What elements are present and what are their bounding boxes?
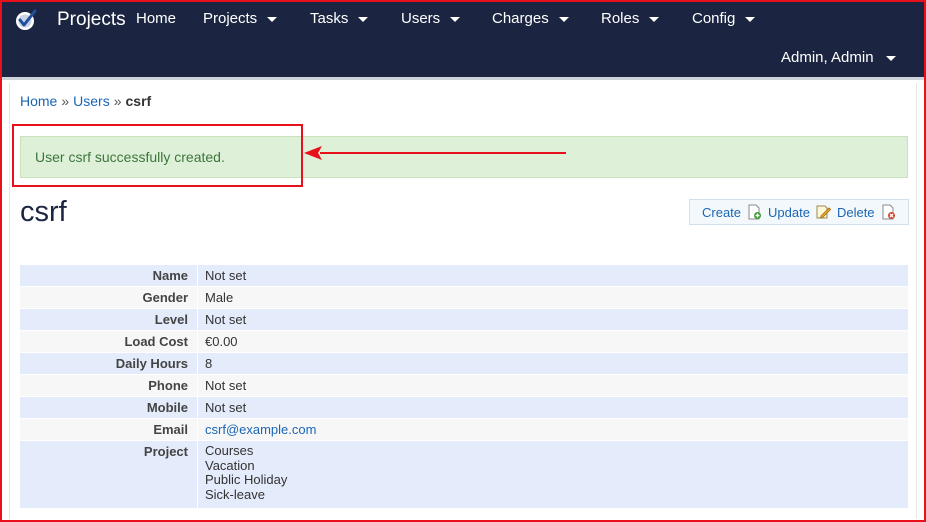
nav-roles[interactable]: Roles: [601, 10, 660, 27]
nav-config[interactable]: Config: [692, 10, 756, 27]
detail-label: Phone: [20, 375, 197, 396]
detail-label: Name: [20, 265, 197, 286]
delete-document-icon: [880, 204, 896, 220]
nav-charges[interactable]: Charges: [492, 10, 569, 27]
breadcrumb: Home» Users» csrf: [20, 93, 151, 109]
nav-users-label: Users: [401, 10, 441, 27]
detail-row-name: Name Not set: [20, 265, 908, 286]
project-item: Public Holiday: [205, 472, 288, 487]
nav-charges-label: Charges: [492, 10, 549, 27]
update-button[interactable]: Update: [768, 204, 832, 220]
nav-projects-label: Projects: [203, 10, 258, 27]
detail-value-null: Not set: [197, 375, 908, 396]
caret-down-icon: [358, 17, 369, 22]
detail-value-cell: csrf@example.com: [197, 419, 908, 440]
create-button[interactable]: Create: [702, 204, 762, 220]
checkmark-logo-icon: [14, 8, 38, 32]
brand-title: Projects: [57, 9, 126, 30]
detail-value-null: Not set: [197, 397, 908, 418]
detail-row-gender: Gender Male: [20, 287, 908, 308]
detail-label: Project: [20, 441, 197, 508]
user-detail-table: Name Not set Gender Male Level Not set L…: [20, 264, 908, 509]
detail-label: Daily Hours: [20, 353, 197, 374]
nav-home[interactable]: Home: [136, 10, 176, 27]
update-label: Update: [768, 204, 810, 220]
user-menu-label: Admin, Admin: [781, 49, 874, 66]
detail-row-email: Email csrf@example.com: [20, 419, 908, 440]
add-document-icon: [746, 204, 762, 220]
detail-label: Email: [20, 419, 197, 440]
breadcrumb-home-link[interactable]: Home: [20, 93, 57, 109]
detail-label: Level: [20, 309, 197, 330]
breadcrumb-current: csrf: [125, 93, 152, 109]
project-item: Courses: [205, 443, 254, 458]
detail-row-project: Project Courses Vacation Public Holiday …: [20, 441, 908, 508]
detail-label: Load Cost: [20, 331, 197, 352]
caret-down-icon: [267, 17, 278, 22]
detail-row-phone: Phone Not set: [20, 375, 908, 396]
edit-pencil-icon: [815, 204, 832, 220]
detail-value-null: Not set: [197, 309, 908, 330]
email-link[interactable]: csrf@example.com: [205, 422, 316, 437]
user-menu[interactable]: Admin, Admin: [781, 49, 896, 66]
detail-row-mobile: Mobile Not set: [20, 397, 908, 418]
caret-down-icon: [450, 17, 461, 22]
create-label: Create: [702, 204, 742, 220]
detail-row-daily-hours: Daily Hours 8: [20, 353, 908, 374]
detail-row-load-cost: Load Cost €0.00: [20, 331, 908, 352]
page-title: csrf: [20, 196, 67, 228]
nav-tasks-label: Tasks: [310, 10, 349, 27]
breadcrumb-separator: »: [113, 93, 122, 109]
annotation-highlight-box: [12, 124, 303, 187]
detail-value-null: Not set: [197, 265, 908, 286]
operations-bar: Create Update Delete: [689, 199, 909, 225]
nav-projects[interactable]: Projects: [203, 10, 278, 27]
caret-down-icon: [558, 17, 569, 22]
detail-value: Male: [197, 287, 908, 308]
brand[interactable]: Projects: [14, 6, 126, 34]
project-item: Vacation: [205, 457, 255, 473]
project-item: Sick-leave: [205, 486, 265, 502]
caret-down-icon: [885, 56, 896, 61]
delete-button[interactable]: Delete: [837, 204, 896, 220]
detail-value: €0.00: [197, 331, 908, 352]
annotation-arrow-icon: [304, 146, 566, 160]
detail-row-level: Level Not set: [20, 309, 908, 330]
nav-home-label: Home: [136, 10, 177, 27]
nav-roles-label: Roles: [601, 10, 640, 27]
detail-label: Gender: [20, 287, 197, 308]
project-list: Courses Vacation Public Holiday Sick-lea…: [197, 441, 908, 508]
nav-config-label: Config: [692, 10, 736, 27]
detail-value: 8: [197, 353, 908, 374]
breadcrumb-separator: »: [61, 93, 70, 109]
caret-down-icon: [745, 17, 756, 22]
delete-label: Delete: [836, 204, 875, 220]
breadcrumb-users-link[interactable]: Users: [73, 93, 110, 109]
caret-down-icon: [649, 17, 660, 22]
nav-tasks[interactable]: Tasks: [310, 10, 369, 27]
detail-label: Mobile: [20, 397, 197, 418]
nav-users[interactable]: Users: [401, 10, 461, 27]
top-navbar: Projects Home Projects Tasks Users Charg…: [0, 0, 926, 80]
